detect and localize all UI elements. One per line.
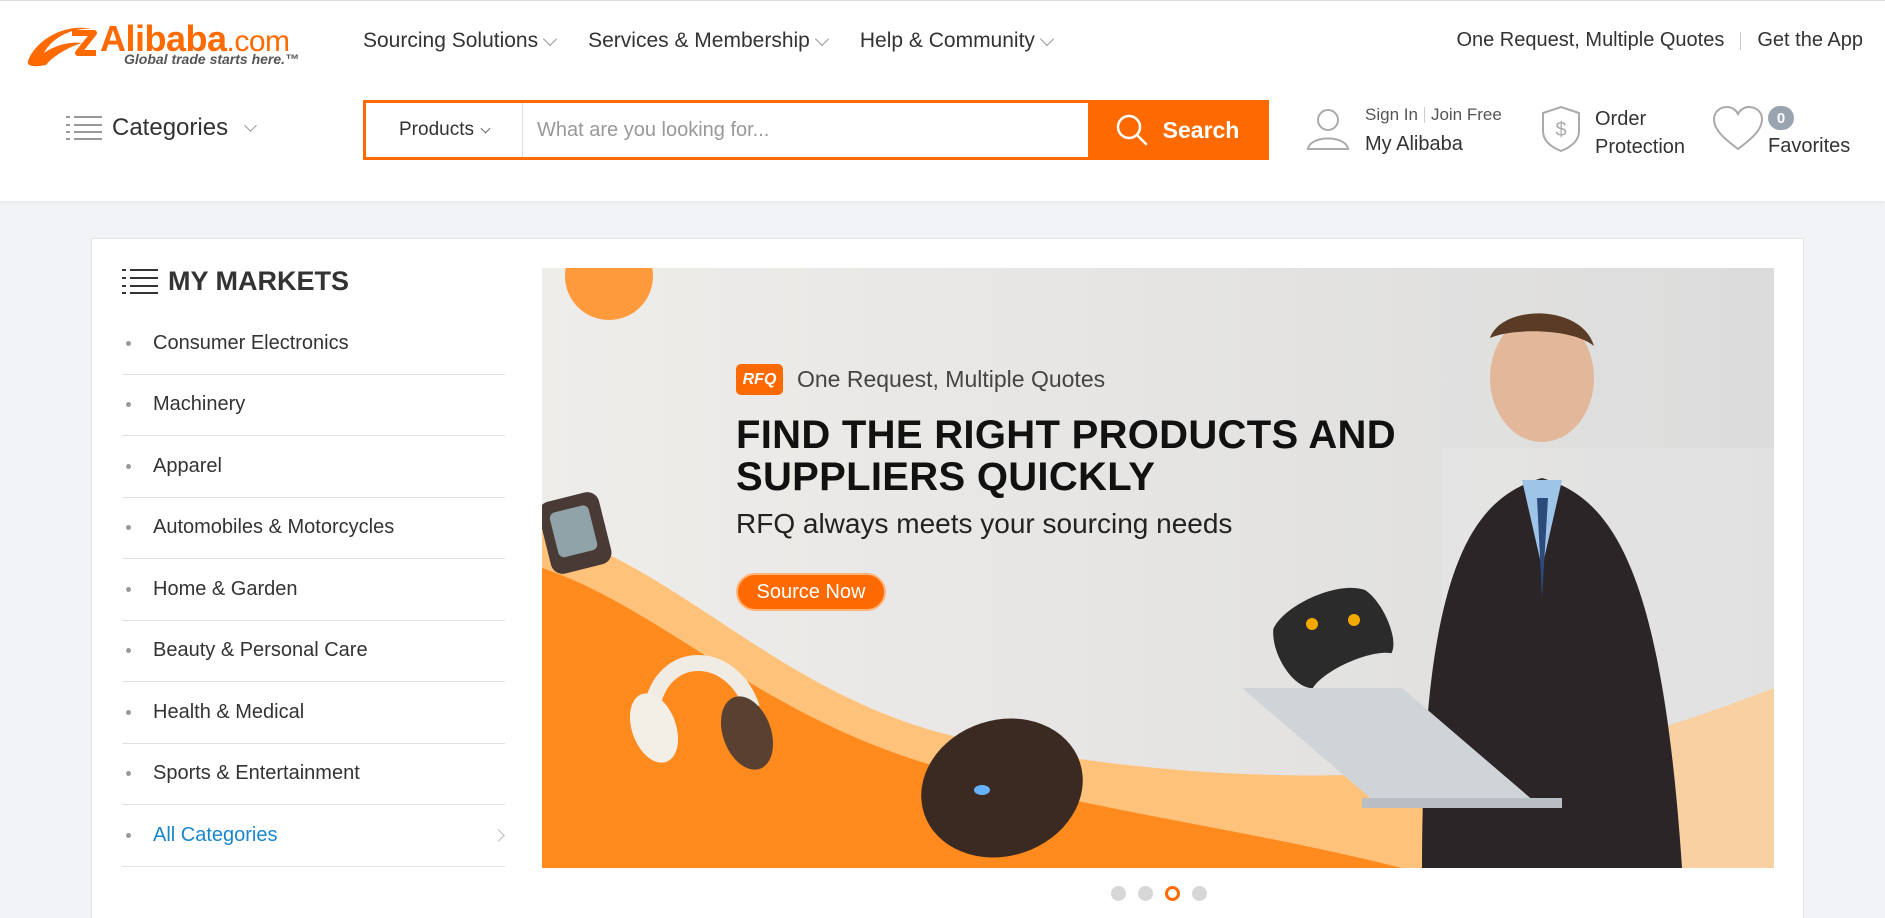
bullet	[126, 832, 131, 838]
market-item-automobiles-motorcycles[interactable]: Automobiles & Motorcycles	[122, 498, 505, 559]
join-free-link[interactable]: Join Free	[1431, 105, 1502, 125]
top-navigation: Sourcing Solutions Services & Membership…	[363, 29, 1085, 53]
bullet	[126, 402, 131, 408]
market-item-machinery[interactable]: Machinery	[122, 375, 505, 436]
sign-in-link[interactable]: Sign In	[1365, 105, 1418, 125]
divider	[1423, 107, 1425, 123]
nav-sourcing-solutions[interactable]: Sourcing Solutions	[363, 29, 558, 53]
my-markets-title: MY MARKETS	[168, 265, 350, 296]
chevron-down-icon	[244, 119, 257, 132]
search-button-label: Search	[1162, 116, 1240, 143]
source-now-button[interactable]: Source Now	[736, 573, 886, 611]
carousel-indicators	[1111, 886, 1219, 901]
promo-banner[interactable]: RFQ One Request, Multiple Quotes FIND TH…	[542, 268, 1774, 868]
market-item-beauty-personal-care[interactable]: Beauty & Personal Care	[122, 621, 505, 682]
nav-label: Help & Community	[859, 29, 1035, 52]
rfq-badge: RFQ	[736, 364, 783, 395]
market-item-consumer-electronics[interactable]: Consumer Electronics	[122, 313, 505, 375]
search-button[interactable]: Search	[1088, 103, 1266, 157]
account-links: Sign In Join Free	[1365, 105, 1502, 125]
order-protection-link[interactable]: $ Order Protection	[1539, 105, 1685, 161]
order-protection-text: Order Protection	[1595, 105, 1685, 161]
categories-menu[interactable]: Categories	[66, 114, 257, 142]
svg-text:$: $	[1555, 119, 1566, 141]
carousel-dot-2[interactable]	[1138, 886, 1153, 901]
shield-dollar-icon: $	[1542, 105, 1580, 153]
market-item-home-garden[interactable]: Home & Garden	[122, 559, 505, 621]
get-app-link[interactable]: Get the App	[1757, 29, 1863, 52]
banner-subheadline: RFQ always meets your sourcing needs	[736, 508, 1233, 539]
order-protection-line2: Protection	[1595, 136, 1686, 158]
banner-headline-line2: SUPPLIERS QUICKLY	[736, 455, 1156, 499]
market-item-label: Beauty & Personal Care	[153, 639, 368, 662]
banner-artwork	[542, 268, 1774, 868]
market-item-label: Machinery	[153, 393, 246, 416]
chevron-down-icon	[814, 31, 829, 47]
favorites-label: Favorites	[1768, 135, 1851, 157]
top-links: One Request, Multiple Quotes Get the App	[1456, 29, 1863, 52]
market-item-sports-entertainment[interactable]: Sports & Entertainment	[122, 744, 505, 805]
nav-label: Sourcing Solutions	[363, 29, 539, 52]
banner-headline: FIND THE RIGHT PRODUCTS AND SUPPLIERS QU…	[736, 414, 1436, 498]
alibaba-swoosh-icon	[27, 27, 97, 67]
chevron-down-icon	[480, 123, 491, 133]
nav-services-membership[interactable]: Services & Membership	[588, 29, 829, 53]
banner-headline-line1: FIND THE RIGHT PRODUCTS AND	[736, 413, 1396, 457]
market-list: Consumer Electronics Machinery Apparel A…	[122, 313, 505, 867]
bullet	[126, 340, 131, 346]
bullet	[126, 525, 131, 531]
my-markets-heading: MY MARKETS	[122, 263, 505, 299]
all-categories-label: All Categories	[153, 823, 278, 846]
market-item-label: Health & Medical	[153, 700, 305, 723]
main-content-card: MY MARKETS Consumer Electronics Machiner…	[91, 238, 1804, 918]
alibaba-logo[interactable]: Alibaba.com Global trade starts here.™	[22, 19, 322, 71]
market-item-label: Home & Garden	[153, 577, 298, 600]
search-icon	[1116, 114, 1147, 146]
chevron-down-icon	[1039, 31, 1054, 47]
search-category-label: Products	[399, 119, 474, 140]
carousel-dot-4[interactable]	[1192, 886, 1207, 901]
nav-help-community[interactable]: Help & Community	[859, 29, 1054, 53]
chevron-right-icon	[492, 829, 505, 842]
logo-tagline: Global trade starts here.™	[124, 51, 300, 67]
market-item-health-medical[interactable]: Health & Medical	[122, 682, 505, 744]
list-menu-icon	[66, 116, 102, 140]
search-category-select[interactable]: Products	[366, 103, 523, 157]
search-input[interactable]	[523, 103, 1088, 157]
list-icon	[122, 269, 158, 294]
market-item-label: Consumer Electronics	[153, 331, 349, 354]
bullet	[126, 586, 131, 592]
heart-icon	[1712, 105, 1764, 151]
market-item-label: Automobiles & Motorcycles	[153, 516, 395, 539]
bullet	[126, 648, 131, 654]
search-bar: Products Search	[363, 100, 1269, 160]
bullet	[126, 771, 131, 777]
nav-label: Services & Membership	[588, 29, 810, 52]
account-area: Sign In Join Free My Alibaba	[1305, 105, 1502, 156]
bullet	[126, 463, 131, 469]
user-icon[interactable]	[1305, 105, 1351, 151]
carousel-dot-3-active[interactable]	[1165, 886, 1180, 901]
favorites-count-badge: 0	[1768, 106, 1794, 130]
categories-label: Categories	[112, 114, 229, 141]
rfq-tagline: RFQ One Request, Multiple Quotes	[736, 364, 1105, 395]
my-markets-panel: MY MARKETS Consumer Electronics Machiner…	[122, 263, 505, 867]
market-item-label: Sports & Entertainment	[153, 762, 360, 785]
site-header: Alibaba.com Global trade starts here.™ S…	[0, 0, 1885, 201]
divider	[1740, 31, 1742, 50]
rfq-link[interactable]: One Request, Multiple Quotes	[1456, 29, 1724, 52]
rfq-tagline-text: One Request, Multiple Quotes	[797, 366, 1106, 392]
market-item-label: Apparel	[153, 454, 222, 477]
bullet	[126, 709, 131, 715]
my-alibaba-link[interactable]: My Alibaba	[1365, 133, 1502, 156]
market-item-apparel[interactable]: Apparel	[122, 436, 505, 498]
all-categories-link[interactable]: All Categories	[122, 805, 505, 867]
chevron-down-icon	[543, 31, 558, 47]
favorites-link[interactable]: 0 Favorites	[1712, 105, 1850, 158]
order-protection-line1: Order	[1595, 108, 1647, 130]
account-text: Sign In Join Free My Alibaba	[1365, 105, 1502, 156]
carousel-dot-1[interactable]	[1111, 886, 1126, 901]
